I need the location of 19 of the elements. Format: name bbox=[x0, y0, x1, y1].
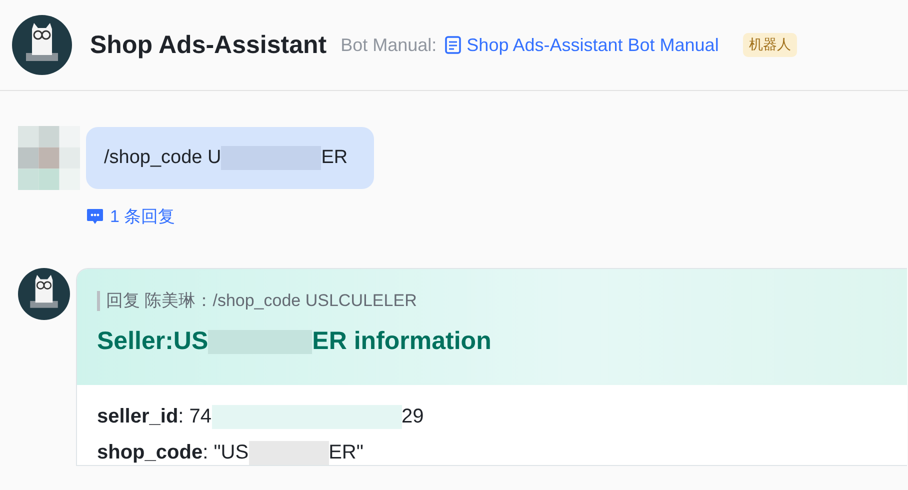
text-before-redaction: Seller:US bbox=[97, 327, 208, 355]
text-before-redaction: shop_code: "US bbox=[97, 441, 249, 464]
owl-avatar-icon bbox=[12, 15, 72, 75]
text-before-redaction: seller_id: 74 bbox=[97, 405, 212, 428]
text-after-redaction: 29 bbox=[402, 405, 424, 428]
text-after-redaction: ER information bbox=[312, 327, 492, 355]
reply-count-link[interactable]: 1 条回复 bbox=[86, 205, 374, 228]
owl-avatar-icon bbox=[18, 268, 70, 320]
text-after-redaction: ER" bbox=[328, 441, 364, 464]
bot-title: Shop Ads-Assistant bbox=[90, 30, 327, 60]
document-icon bbox=[444, 36, 461, 54]
bot-badge: 机器人 bbox=[742, 33, 797, 57]
manual-label: Bot Manual: bbox=[340, 34, 437, 56]
pixelated-avatar bbox=[18, 126, 80, 190]
text-before-redaction: /shop_code U bbox=[104, 147, 222, 169]
text-after-redaction: ER bbox=[321, 147, 348, 169]
comment-icon bbox=[86, 208, 104, 225]
reply-quote: 回复 陈美琳：/shop_code USLCULELER bbox=[97, 291, 887, 311]
manual-link[interactable]: Shop Ads-Assistant Bot Manual bbox=[444, 34, 719, 56]
